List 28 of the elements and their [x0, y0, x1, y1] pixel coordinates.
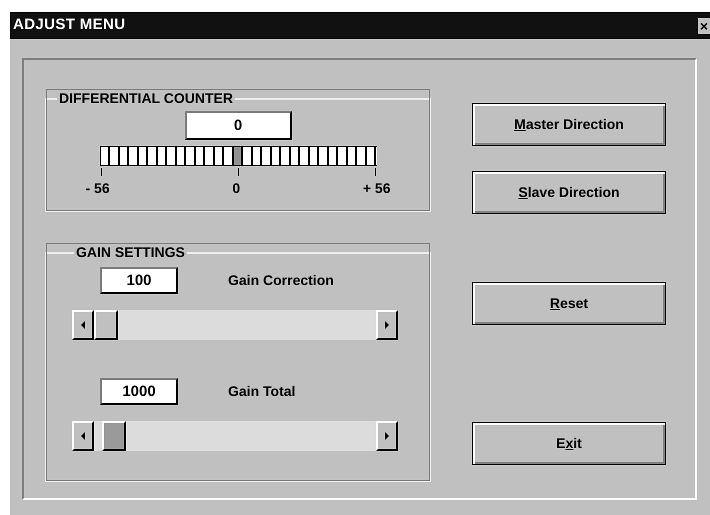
left-arrow-icon [81, 432, 85, 440]
close-button[interactable]: × [698, 18, 710, 34]
scroll-left-button[interactable] [72, 310, 94, 340]
left-arrow-icon [81, 321, 85, 329]
slider-thumb[interactable] [102, 421, 126, 451]
slider-thumb[interactable] [94, 310, 118, 340]
field-label: Gain Total [228, 382, 296, 401]
window-title: ADJUST MENU [13, 15, 126, 36]
value-field[interactable]: 100 [100, 267, 178, 294]
tick-mark [100, 168, 102, 176]
field-label: Gain Correction [228, 271, 334, 290]
right-arrow-icon [385, 321, 389, 329]
tick-mark [374, 168, 376, 176]
scale-label: - 56 [86, 179, 110, 198]
right-arrow-icon [385, 432, 389, 440]
dialog-button[interactable]: Reset [472, 282, 666, 325]
dialog-button[interactable]: Exit [472, 422, 666, 465]
dialog-button[interactable]: Slave Direction [472, 171, 666, 214]
scroll-right-button[interactable] [376, 310, 398, 340]
scroll-left-button[interactable] [72, 421, 94, 451]
scroll-right-button[interactable] [376, 421, 398, 451]
value-field[interactable]: 1000 [100, 378, 178, 405]
counter-field[interactable]: 0 [184, 111, 292, 140]
group-title: DIFFERENTIAL COUNTER [58, 89, 234, 108]
dialog-button[interactable]: Master Direction [472, 103, 666, 146]
scale-label: 0 [232, 179, 240, 198]
group-title: GAIN SETTINGS [75, 243, 186, 262]
scale-label: + 56 [362, 179, 390, 198]
